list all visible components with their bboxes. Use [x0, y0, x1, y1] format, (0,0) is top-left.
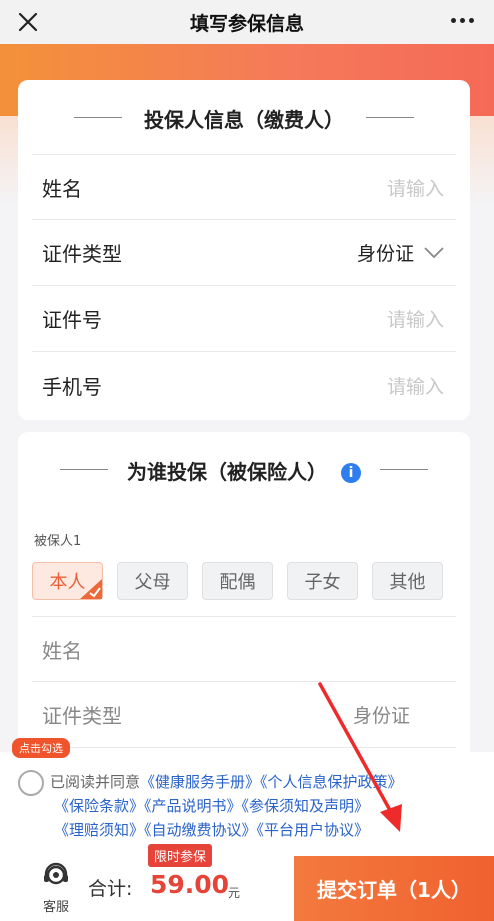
link-health-manual[interactable]: 《健康服务手册》 [140, 773, 260, 791]
agreement-text: 已阅读并同意《健康服务手册》《个人信息保护政策》 《保险条款》《产品说明书》《参… [50, 773, 403, 839]
more-icon[interactable] [451, 18, 474, 23]
page-title: 填写参保信息 [189, 12, 304, 35]
relation-chip-self[interactable]: 本人 [32, 562, 103, 600]
insured-id-type-row[interactable]: 证件类型 身份证 [32, 682, 456, 748]
field-label: 证件类型 [42, 242, 122, 266]
info-icon[interactable]: i [341, 463, 361, 483]
field-label: 证件号 [42, 308, 102, 332]
link-auto-pay-agreement[interactable]: 《自动缴费协议》 [144, 821, 257, 839]
insured-id-type-select[interactable]: 身份证 [353, 701, 444, 728]
tap-to-check-tip: 点击勾选 [12, 738, 70, 758]
relation-chip-other[interactable]: 其他 [372, 562, 443, 600]
link-platform-agreement[interactable]: 《平台用户协议》 [257, 821, 370, 839]
relation-chips: 本人 父母 配偶 子女 其他 [32, 562, 443, 600]
insured-name-row[interactable]: 姓名 [32, 616, 456, 682]
agreement-section: 点击勾选 已阅读并同意《健康服务手册》《个人信息保护政策》 《保险条款》《产品说… [0, 738, 494, 852]
field-label: 姓名 [42, 638, 82, 663]
insured-section-title: 为谁投保（被保险人） i [18, 456, 470, 485]
limited-time-badge: 限时参保 [148, 844, 213, 867]
policyholder-id-number-row[interactable]: 证件号 请输入 [32, 286, 456, 352]
currency-unit: 元 [228, 886, 241, 900]
link-insurance-terms[interactable]: 《保险条款》 [54, 797, 144, 815]
policyholder-section-title: 投保人信息（缴费人） [18, 104, 470, 133]
relation-chip-children[interactable]: 子女 [287, 562, 358, 600]
chevron-down-icon [424, 246, 444, 258]
link-insurance-notice[interactable]: 《参保须知及声明》 [242, 797, 370, 815]
bottom-bar: 客服 合计: 限时参保 59.00 元 提交订单（1人） [0, 844, 494, 921]
name-input[interactable]: 请输入 [387, 174, 444, 201]
field-label: 手机号 [42, 374, 102, 399]
relation-chip-spouse[interactable]: 配偶 [202, 562, 273, 600]
top-bar: 填写参保信息 [0, 0, 494, 44]
submit-order-button[interactable]: 提交订单（1人） [294, 856, 494, 921]
total-amount: 59.00 [150, 870, 230, 899]
id-type-select[interactable]: 身份证 [357, 239, 444, 266]
insured-person-label: 被保人1 [34, 534, 82, 549]
customer-service-button[interactable]: 客服 [30, 862, 82, 915]
field-label: 证件类型 [42, 704, 122, 728]
close-icon[interactable] [14, 8, 42, 36]
insured-card: 为谁投保（被保险人） i 被保人1 本人 父母 配偶 子女 其他 姓名 证件类型 … [18, 432, 470, 762]
check-icon [80, 579, 102, 599]
link-claims-notice[interactable]: 《理赔须知》 [54, 821, 144, 839]
phone-input[interactable]: 请输入 [387, 372, 444, 399]
link-product-manual[interactable]: 《产品说明书》 [144, 797, 242, 815]
policyholder-phone-row[interactable]: 手机号 请输入 [32, 352, 456, 418]
policyholder-card: 投保人信息（缴费人） 姓名 请输入 证件类型 身份证 证件号 请输入 手机号 请… [18, 80, 470, 420]
policyholder-name-row[interactable]: 姓名 请输入 [32, 154, 456, 220]
total-label: 合计: [88, 878, 133, 900]
headset-icon [44, 862, 68, 885]
id-number-input[interactable]: 请输入 [387, 305, 444, 332]
field-label: 姓名 [42, 176, 82, 201]
link-privacy-policy[interactable]: 《个人信息保护政策》 [260, 773, 403, 791]
policyholder-id-type-row[interactable]: 证件类型 身份证 [32, 220, 456, 286]
agree-checkbox[interactable] [18, 770, 44, 796]
relation-chip-parents[interactable]: 父母 [117, 562, 188, 600]
